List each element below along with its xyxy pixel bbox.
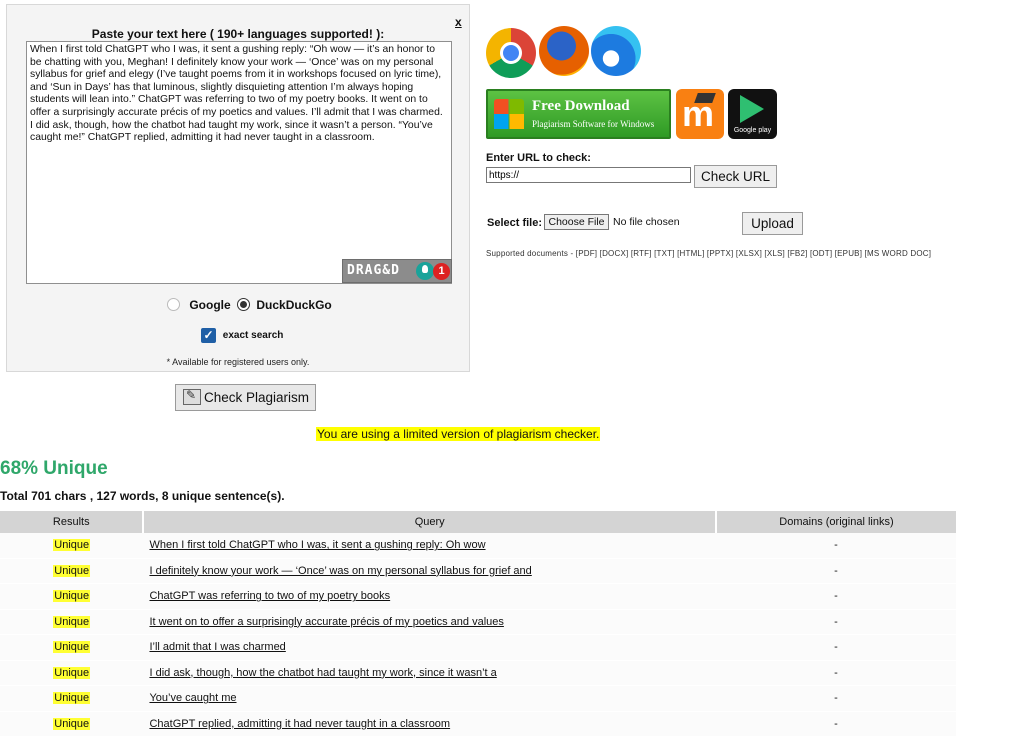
close-link[interactable]: x [455,15,462,29]
check-url-button[interactable]: Check URL [694,165,777,188]
registered-users-note: * Available for registered users only. [166,357,310,367]
upload-button[interactable]: Upload [742,212,803,235]
exact-search-option: ✓ exact search [201,328,283,343]
windows-icon [494,99,524,129]
table-row: Unique ChatGPT was referring to two of m… [0,583,956,610]
query-link[interactable]: I’ll admit that I was charmed [149,641,285,653]
query-link[interactable]: You’ve caught me [149,692,236,704]
column-header-results: Results [0,511,145,533]
google-label: Google [189,297,231,312]
panel-title: Paste your text here ( 190+ languages su… [91,27,385,41]
result-badge: Unique [53,692,91,705]
check-plagiarism-button[interactable]: Check Plagiarism [175,384,316,411]
chrome-icon[interactable] [486,28,536,78]
exact-search-checkbox[interactable]: ✓ [201,328,216,343]
table-header-row: Results Query Domains (original links) [0,511,956,533]
duckduckgo-label: DuckDuckGo [256,297,332,312]
domain-cell: - [715,533,956,559]
domain-cell: - [715,660,956,686]
supported-documents-text: Supported documents - [PDF] [DOCX] [RTF]… [486,249,932,258]
duckduckgo-radio[interactable] [237,298,251,312]
column-header-query: Query [143,511,717,533]
text-input-panel: Paste your text here ( 190+ languages su… [6,4,470,372]
choose-file-button[interactable]: Choose File [544,214,609,230]
url-input[interactable] [486,167,691,183]
exact-search-label: exact search [222,330,284,341]
domain-cell: - [715,711,956,737]
google-play-icon[interactable]: Google play [728,89,777,139]
url-label: Enter URL to check: [486,152,591,164]
text-input-area[interactable]: When I first told ChatGPT who I was, it … [26,41,452,284]
result-badge: Unique [53,590,91,603]
select-file-label: Select file: [487,217,543,229]
results-table: Results Query Domains (original links) U… [0,511,956,737]
firefox-icon[interactable] [539,26,589,76]
check-plagiarism-label: Check Plagiarism [204,390,310,405]
query-link[interactable]: I definitely know your work — ‘Once’ was… [149,565,531,577]
column-header-domains: Domains (original links) [715,511,956,533]
drag-drop-badge[interactable]: DRAG&D 1 [342,259,452,283]
notification-count-badge: 1 [433,263,450,280]
play-triangle-icon [740,95,764,123]
search-engine-selector: Google DuckDuckGo [167,297,332,317]
drag-drop-label: DRAG&D [347,263,400,278]
domain-cell: - [715,685,956,712]
free-download-subtitle: Plagiarism Software for Windows [532,119,655,129]
table-row: Unique I definitely know your work — ‘On… [0,558,956,584]
table-row: Unique When I first told ChatGPT who I w… [0,533,956,559]
table-row: Unique It went on to offer a surprisingl… [0,609,956,635]
query-link[interactable]: When I first told ChatGPT who I was, it … [149,539,485,551]
limited-version-notice: You are using a limited version of plagi… [316,427,601,441]
table-row: Unique You’ve caught me - [0,685,956,712]
free-download-button[interactable]: Free Download Plagiarism Software for Wi… [486,89,671,139]
unique-percentage: 68% Unique [0,458,108,479]
domain-cell: - [715,558,956,584]
document-edit-icon [183,388,201,405]
query-link[interactable]: I did ask, though, how the chatbot had t… [149,667,496,679]
result-badge: Unique [53,564,91,577]
query-link[interactable]: It went on to offer a surprisingly accur… [149,616,503,628]
query-link[interactable]: ChatGPT replied, admitting it had never … [149,718,450,730]
result-badge: Unique [53,666,91,679]
table-row: Unique ChatGPT replied, admitting it had… [0,711,956,737]
graduation-cap-icon [694,93,716,103]
google-radio[interactable] [167,298,180,312]
result-badge: Unique [53,717,91,730]
domain-cell: - [715,583,956,610]
google-play-label: Google play [733,127,772,134]
totals-summary: Total 701 chars , 127 words, 8 unique se… [0,489,285,503]
edge-icon[interactable] [591,26,641,76]
query-link[interactable]: ChatGPT was referring to two of my poetr… [149,590,390,602]
domain-cell: - [715,609,956,635]
result-badge: Unique [53,641,91,654]
table-row: Unique I did ask, though, how the chatbo… [0,660,956,686]
free-download-title: Free Download [532,98,630,114]
domain-cell: - [715,634,956,661]
result-badge: Unique [53,615,91,628]
table-row: Unique I’ll admit that I was charmed - [0,634,956,661]
no-file-chosen-text: No file chosen [613,216,680,228]
moodle-icon[interactable]: m [676,89,724,139]
bulb-icon [416,262,434,280]
result-badge: Unique [53,539,91,552]
